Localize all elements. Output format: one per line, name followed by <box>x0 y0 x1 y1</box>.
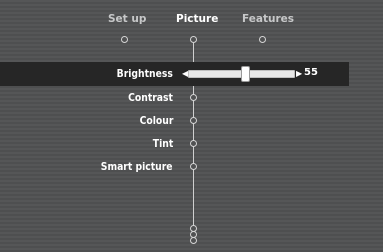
tab-features[interactable]: Features <box>242 13 294 25</box>
tab-setup-knob-icon[interactable] <box>121 36 128 43</box>
tab-picture[interactable]: Picture <box>176 13 218 25</box>
menu-item-smart-picture[interactable]: Smart picture <box>101 161 173 173</box>
connector-line-main <box>193 86 194 234</box>
brightness-value: 55 <box>304 67 318 78</box>
contrast-knob-icon[interactable] <box>190 94 197 101</box>
brightness-slider-thumb[interactable] <box>241 66 250 82</box>
menu-item-colour[interactable]: Colour <box>139 115 173 127</box>
tab-picture-knob-icon[interactable] <box>190 36 197 43</box>
menu-item-contrast[interactable]: Contrast <box>128 92 173 104</box>
arrow-right-icon[interactable]: ▶ <box>296 70 302 78</box>
scroll-more-knob-icon-3 <box>190 237 197 244</box>
tab-setup[interactable]: Set up <box>108 13 146 25</box>
tab-features-knob-icon[interactable] <box>259 36 266 43</box>
connector-line-top <box>193 43 194 63</box>
menu-item-brightness[interactable]: Brightness <box>117 68 173 80</box>
tint-knob-icon[interactable] <box>190 140 197 147</box>
menu-item-tint[interactable]: Tint <box>153 138 173 150</box>
colour-knob-icon[interactable] <box>190 117 197 124</box>
smart-picture-knob-icon[interactable] <box>190 163 197 170</box>
